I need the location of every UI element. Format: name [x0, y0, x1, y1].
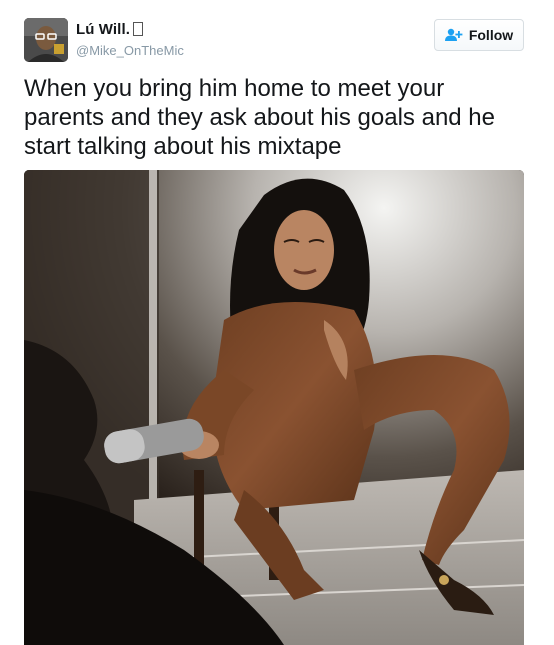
- follow-button-label: Follow: [468, 27, 514, 43]
- display-name[interactable]: Lú Will.: [76, 21, 143, 38]
- user-handle[interactable]: @Mike_OnTheMic: [76, 43, 184, 58]
- follow-button[interactable]: Follow: [434, 19, 524, 51]
- add-user-icon: [444, 28, 463, 41]
- avatar-image: [24, 18, 68, 62]
- emoji-icon: [133, 22, 143, 36]
- tweet-card: Lú Will. @Mike_OnTheMic Follow When you …: [0, 0, 554, 645]
- photo-image: [24, 170, 524, 645]
- display-name-text: Lú Will.: [76, 21, 130, 38]
- tweet-media-photo[interactable]: [24, 170, 524, 645]
- user-avatar[interactable]: [24, 18, 68, 62]
- tweet-text: When you bring him home to meet your par…: [24, 75, 495, 160]
